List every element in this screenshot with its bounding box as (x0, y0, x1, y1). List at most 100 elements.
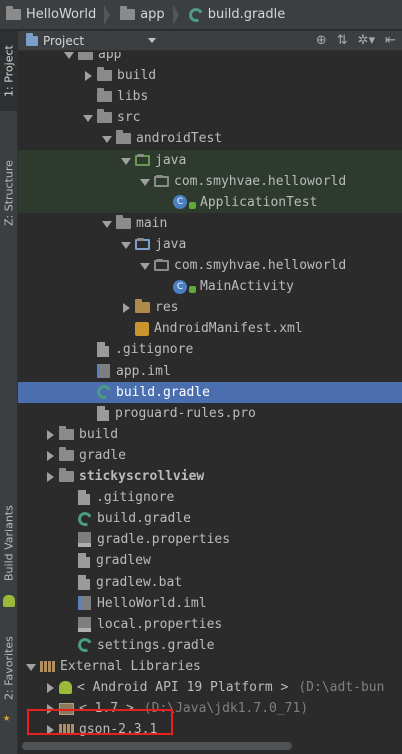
tree-item[interactable]: build (18, 424, 402, 445)
file-icon (78, 574, 90, 590)
tree-item-label: app (98, 52, 122, 62)
tree-item-label: .gitignore (115, 342, 194, 358)
tree-item[interactable]: C MainActivity (18, 276, 402, 297)
tree-item[interactable]: HelloWorld.iml (18, 593, 402, 614)
tab-favorites[interactable]: 2: Favorites (0, 629, 18, 707)
breadcrumb-item-build-gradle[interactable]: build.gradle (185, 3, 292, 27)
tree-item[interactable]: C ApplicationTest (18, 191, 402, 213)
class-icon: C (173, 195, 187, 210)
tree-item-label: res (155, 300, 179, 316)
tree-item[interactable]: stickyscrollview (18, 466, 402, 487)
tree-item-path: (D:\adt-bun (298, 680, 385, 695)
breadcrumb-item-helloworld[interactable]: HelloWorld (2, 3, 116, 27)
chevron-right-icon[interactable] (117, 297, 135, 318)
chevron-down-icon[interactable] (98, 213, 116, 234)
project-tree: app build libs src androidTest java com.smyhva… (18, 52, 402, 738)
chevron-down-icon[interactable] (136, 171, 154, 192)
chevron-down-icon[interactable] (117, 150, 135, 171)
target-icon[interactable]: ⊕ (316, 33, 327, 48)
tree-item[interactable]: libs (18, 86, 402, 107)
tree-item-label: gradle.properties (97, 532, 231, 548)
tree-item[interactable]: androidTest (18, 128, 402, 149)
chevron-down-icon[interactable] (79, 107, 97, 128)
tree-item[interactable]: com.smyhvae.helloworld (18, 255, 402, 276)
folder-icon (97, 67, 112, 82)
folder-icon (135, 299, 150, 314)
tree-item-label: build (117, 68, 157, 84)
tree-item[interactable]: External Libraries (18, 656, 402, 677)
tree-item[interactable]: java (18, 149, 402, 171)
horizontal-scrollbar[interactable] (18, 738, 402, 754)
tree-item[interactable]: .gitignore (18, 487, 402, 508)
collapse-icon[interactable]: ⇅ (337, 33, 348, 48)
breadcrumb-item-app[interactable]: app (116, 3, 184, 27)
chevron-down-icon[interactable] (98, 128, 116, 149)
settings-icon[interactable]: ✲▾ (358, 33, 375, 48)
folder-icon (97, 109, 112, 124)
tree-item-label: com.smyhvae.helloworld (174, 173, 347, 189)
tree-item[interactable]: app (18, 52, 402, 65)
chevron-down-icon[interactable] (136, 255, 154, 276)
chevron-right-icon[interactable] (41, 445, 59, 466)
tree-item-label: MainActivity (200, 279, 294, 295)
chevron-down-icon[interactable] (117, 234, 135, 255)
chevron-down-icon (148, 38, 156, 43)
project-view-icon (26, 32, 38, 46)
breadcrumb-label: HelloWorld (26, 7, 97, 22)
file-icon (97, 342, 109, 358)
tree-item[interactable]: src (18, 107, 402, 128)
tree-item[interactable]: com.smyhvae.helloworld (18, 170, 402, 192)
tree-item-label: External Libraries (60, 658, 201, 674)
project-view-selector[interactable]: Project (26, 32, 156, 48)
folder-icon (116, 214, 131, 229)
tree-item[interactable]: main (18, 213, 402, 234)
chevron-right-icon[interactable] (41, 424, 59, 445)
folder-icon (59, 425, 74, 440)
gradle-icon (76, 509, 94, 528)
tab-structure[interactable]: Z: Structure (0, 149, 18, 237)
gradle-icon (186, 5, 205, 24)
folder-icon (97, 88, 112, 103)
tree-item[interactable]: < Android API 19 Platform > (D:\adt-bun (18, 677, 402, 698)
scrollbar-thumb[interactable] (22, 742, 292, 750)
chevron-down-icon[interactable] (60, 52, 78, 65)
tree-item[interactable]: java (18, 234, 402, 255)
tree-item-label: src (117, 110, 141, 126)
tree-item[interactable]: app.iml (18, 361, 402, 382)
hide-icon[interactable]: ⇤ (385, 33, 396, 48)
tree-item[interactable]: build.gradle (18, 508, 402, 529)
tree-item-label: stickyscrollview (79, 469, 205, 484)
tree-item[interactable]: gradlew (18, 550, 402, 571)
tree-item[interactable]: AndroidManifest.xml (18, 318, 402, 339)
tree-item-label: gradlew (96, 553, 151, 569)
chevron-right-icon[interactable] (79, 65, 97, 86)
tree-item[interactable]: gradle (18, 445, 402, 466)
tree-item[interactable]: build.gradle (18, 381, 402, 403)
tree-item[interactable]: settings.gradle (18, 635, 402, 656)
tree-item[interactable]: gradlew.bat (18, 572, 402, 593)
navigation-breadcrumb: HelloWorld app build.gradle (0, 0, 402, 30)
tree-item-label: gradlew.bat (96, 574, 183, 590)
tree-item[interactable]: local.properties (18, 614, 402, 635)
tree-item[interactable]: proguard-rules.pro (18, 403, 402, 424)
tree-item[interactable]: build (18, 65, 402, 86)
tab-project[interactable]: 1: Project (0, 31, 18, 111)
tree-item[interactable]: res (18, 297, 402, 318)
tree-item[interactable]: .gitignore (18, 339, 402, 360)
tree-item[interactable]: gradle.properties (18, 529, 402, 550)
chevron-right-icon[interactable] (41, 677, 59, 698)
chevron-right-icon[interactable] (41, 466, 59, 487)
chevron-down-icon[interactable] (22, 656, 40, 677)
tab-build-variants[interactable]: Build Variants (0, 489, 18, 597)
